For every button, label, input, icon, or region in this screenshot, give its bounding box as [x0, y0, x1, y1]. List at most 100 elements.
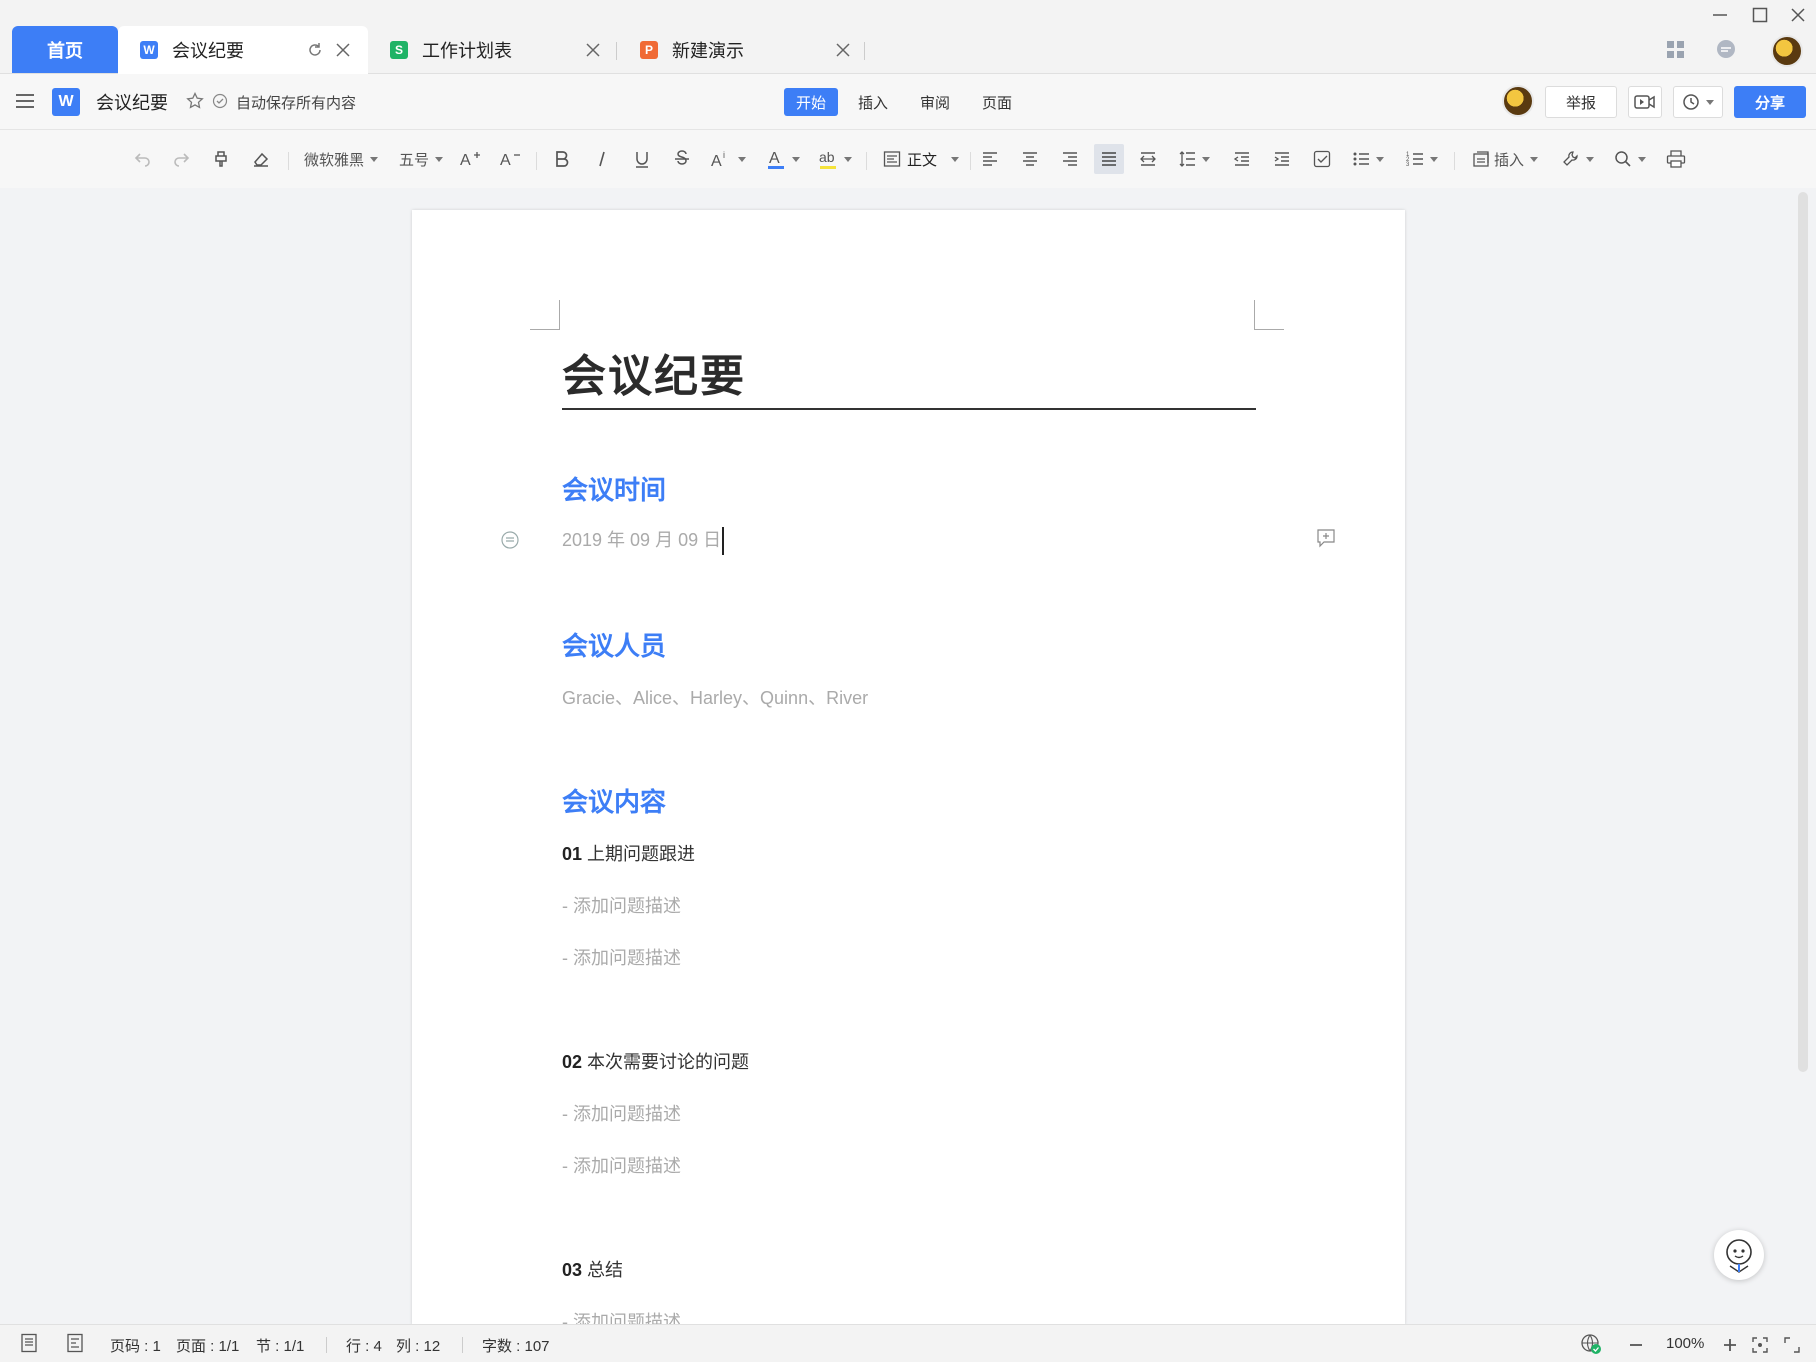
assistant-mascot-icon[interactable]: [1714, 1230, 1764, 1280]
chat-icon[interactable]: [1714, 38, 1738, 62]
meeting-date-text: 2019 年 09 月 09 日: [562, 530, 722, 550]
strikethrough-icon[interactable]: [668, 144, 696, 174]
insert-menu[interactable]: 插入: [1466, 144, 1544, 174]
align-center-icon[interactable]: [1016, 144, 1044, 174]
underline-icon[interactable]: [628, 144, 656, 174]
tab-start[interactable]: 开始: [784, 88, 839, 116]
item-number: 01: [562, 844, 583, 864]
superscript-icon[interactable]: Ai: [706, 144, 750, 174]
chevron-down-icon: [1706, 99, 1714, 105]
section-heading-content[interactable]: 会议内容: [562, 782, 666, 819]
page-view-icon[interactable]: [20, 1333, 38, 1353]
eraser-icon[interactable]: [248, 144, 274, 174]
history-button[interactable]: [1673, 86, 1723, 118]
tab-new-presentation[interactable]: P 新建演示: [618, 26, 868, 74]
tab-work-plan[interactable]: S 工作计划表: [368, 26, 618, 74]
formatting-toolbar: 微软雅黑 五号 A A Ai A ab 正文 1 2 3 插入: [0, 130, 1816, 188]
refresh-icon[interactable]: [304, 39, 326, 61]
add-comment-icon[interactable]: [1316, 528, 1336, 548]
word-count[interactable]: 字数 : 107: [482, 1335, 550, 1356]
undo-icon[interactable]: [130, 144, 156, 174]
font-size-select[interactable]: 五号: [396, 144, 446, 174]
font-family-value: 微软雅黑: [303, 151, 364, 169]
page-count[interactable]: 页面 : 1/1: [176, 1335, 239, 1356]
svg-text:ab: ab: [819, 149, 835, 165]
tab-insert[interactable]: 插入: [846, 88, 900, 116]
item-number: 02: [562, 1052, 583, 1072]
minimize-icon[interactable]: [1706, 4, 1734, 26]
fullscreen-icon[interactable]: [1784, 1337, 1800, 1353]
font-family-select[interactable]: 微软雅黑: [300, 144, 382, 174]
maximize-icon[interactable]: [1746, 4, 1774, 26]
agenda-item[interactable]: 02 本次需要讨论的问题: [562, 1048, 749, 1074]
tab-page[interactable]: 页面: [970, 88, 1024, 116]
zoom-out-icon[interactable]: [1628, 1337, 1644, 1353]
apps-grid-icon[interactable]: [1664, 38, 1688, 62]
report-button[interactable]: 举报: [1545, 86, 1617, 118]
font-color-icon[interactable]: A: [762, 144, 804, 174]
close-tab-icon[interactable]: [832, 39, 854, 61]
italic-icon[interactable]: [588, 144, 616, 174]
document-title[interactable]: 会议纪要: [96, 89, 168, 115]
tools-icon[interactable]: [1558, 144, 1598, 174]
checkbox-icon[interactable]: [1308, 144, 1336, 174]
numbered-list-icon[interactable]: 123: [1400, 144, 1444, 174]
align-left-icon[interactable]: [976, 144, 1004, 174]
section-heading-attendees[interactable]: 会议人员: [562, 626, 666, 663]
attendee-list[interactable]: Gracie、Alice、Harley、Quinn、River: [562, 684, 868, 710]
tab-review[interactable]: 审阅: [908, 88, 962, 116]
home-tab[interactable]: 首页: [12, 26, 118, 73]
align-right-icon[interactable]: [1056, 144, 1084, 174]
line-spacing-icon[interactable]: [1172, 144, 1216, 174]
print-icon[interactable]: [1662, 144, 1690, 174]
item-bullet[interactable]: - 添加问题描述: [562, 1308, 681, 1325]
toolbar-divider: [970, 152, 971, 170]
fit-page-icon[interactable]: [1752, 1337, 1768, 1353]
agenda-item[interactable]: 03 总结: [562, 1256, 623, 1282]
tab-meeting-minutes[interactable]: W 会议纪要: [118, 26, 368, 74]
text-cursor: [722, 527, 725, 556]
document-page[interactable]: 会议纪要 会议时间 2019 年 09 月 09 日 会议人员 Gracie、A…: [412, 210, 1405, 1325]
item-bullet[interactable]: - 添加问题描述: [562, 1100, 681, 1126]
item-bullet[interactable]: - 添加问题描述: [562, 944, 681, 970]
bullet-list-icon[interactable]: [1346, 144, 1390, 174]
justify-icon[interactable]: [1094, 144, 1124, 174]
section-heading-time[interactable]: 会议时间: [562, 470, 666, 507]
hamburger-menu-icon[interactable]: [14, 90, 38, 114]
distributed-icon[interactable]: [1134, 144, 1162, 174]
share-button[interactable]: 分享: [1734, 86, 1806, 118]
format-painter-icon[interactable]: [208, 144, 234, 174]
item-title: 本次需要讨论的问题: [587, 1052, 750, 1072]
font-grow-icon[interactable]: A: [456, 144, 484, 174]
online-status-icon[interactable]: [1580, 1333, 1602, 1355]
close-tab-icon[interactable]: [332, 39, 354, 61]
close-tab-icon[interactable]: [582, 39, 604, 61]
comment-bubble-icon[interactable]: [500, 530, 520, 550]
item-bullet[interactable]: - 添加问题描述: [562, 892, 681, 918]
writer-logo-icon: W: [52, 88, 80, 116]
user-avatar[interactable]: [1771, 35, 1803, 67]
indent-icon[interactable]: [1268, 144, 1296, 174]
bold-icon[interactable]: [548, 144, 576, 174]
tab-label: 会议纪要: [172, 41, 244, 61]
document-heading[interactable]: 会议纪要: [562, 340, 746, 404]
font-shrink-icon[interactable]: A: [496, 144, 524, 174]
item-bullet[interactable]: - 添加问题描述: [562, 1152, 681, 1178]
meeting-date[interactable]: 2019 年 09 月 09 日: [562, 526, 725, 556]
outline-view-icon[interactable]: [66, 1333, 84, 1353]
redo-icon[interactable]: [168, 144, 194, 174]
row-position: 行 : 4: [346, 1338, 382, 1355]
star-icon[interactable]: [186, 92, 204, 110]
search-icon[interactable]: [1610, 144, 1650, 174]
close-window-icon[interactable]: [1784, 4, 1812, 26]
paragraph-style-select[interactable]: 正文: [878, 144, 964, 174]
vertical-scrollbar[interactable]: [1798, 192, 1808, 1072]
outdent-icon[interactable]: [1228, 144, 1256, 174]
chevron-down-icon: [951, 156, 959, 162]
meeting-video-button[interactable]: [1628, 86, 1662, 118]
zoom-in-icon[interactable]: [1722, 1337, 1738, 1353]
agenda-item[interactable]: 01 上期问题跟进: [562, 840, 695, 866]
zoom-level[interactable]: 100%: [1666, 1335, 1704, 1352]
highlight-icon[interactable]: ab: [814, 144, 856, 174]
collaborator-avatar[interactable]: [1502, 85, 1534, 117]
